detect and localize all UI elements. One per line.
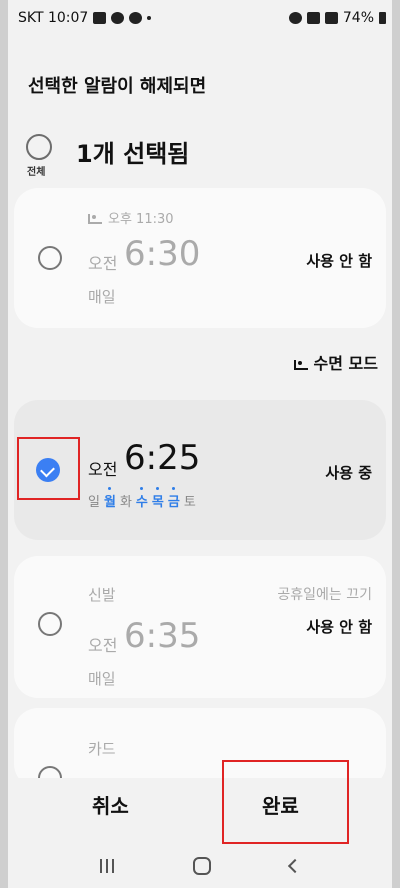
alarm-status: 사용 중 (325, 464, 372, 482)
status-right: 74% (288, 10, 386, 26)
weekday-thu: 목 (152, 487, 164, 510)
5g-icon (306, 12, 320, 24)
alarm-card[interactable]: 오후 11:30 오전 6:30 매일 사용 안 함 (14, 188, 386, 328)
alarm-time: 6:30 (124, 234, 201, 274)
alarm-status: 사용 안 함 (306, 618, 372, 636)
sleep-mode-text: 수면 모드 (313, 354, 378, 373)
alarm-status: 사용 안 함 (306, 252, 372, 270)
alarm-name: 카드 (88, 740, 116, 758)
battery-icon (379, 12, 386, 24)
status-left: SKT 10:07 (18, 10, 152, 26)
weekday-sun: 일 (88, 495, 100, 510)
holiday-note: 공휴일에는 끄기 (277, 587, 372, 603)
weekday-sat: 토 (183, 495, 196, 510)
selected-count: 1개 선택됨 (76, 140, 190, 168)
talk-icon (129, 12, 143, 24)
alarm-time: 6:35 (124, 616, 201, 656)
alarm-ampm: 오전 (88, 254, 118, 273)
weekday-mon: 월 (104, 487, 116, 510)
back-icon[interactable] (288, 858, 303, 874)
weekday-row: 일 월 화 수 목 금 토 (88, 487, 196, 510)
alarm-ampm: 오전 (88, 460, 118, 479)
carrier-time: SKT 10:07 (18, 10, 89, 26)
selection-highlight (17, 437, 80, 500)
page-title: 선택한 알람이 해제되면 (28, 76, 207, 97)
bed-icon (293, 360, 308, 370)
alarm-card[interactable]: 신발 공휴일에는 끄기 오전 6:35 매일 사용 안 함 (14, 556, 386, 698)
alarm-radio[interactable] (38, 612, 62, 636)
alarm-name: 신발 (88, 586, 116, 604)
sleep-time-text: 오후 11:30 (108, 212, 174, 227)
cancel-button[interactable]: 취소 (92, 790, 129, 819)
status-bar: SKT 10:07 74% (0, 0, 400, 36)
sleep-mode-label: 수면 모드 (293, 350, 378, 374)
select-all-label: 전체 (27, 167, 46, 178)
select-all-checkbox[interactable] (26, 134, 52, 160)
alarm-ampm: 오전 (88, 636, 118, 655)
sleep-time-meta: 오후 11:30 (88, 208, 174, 227)
weekday-wed: 수 (136, 487, 148, 510)
gallery-icon (93, 12, 107, 24)
system-nav-bar (0, 844, 400, 888)
alarm-repeat: 매일 (88, 670, 116, 688)
weekday-fri: 금 (168, 487, 180, 510)
alarm-repeat: 매일 (88, 288, 116, 306)
done-highlight (222, 760, 349, 844)
alarm-time: 6:25 (124, 438, 201, 478)
more-notifications-icon (147, 16, 152, 20)
bed-icon (88, 214, 102, 224)
weekday-tue: 화 (119, 495, 132, 510)
home-icon[interactable] (192, 857, 211, 875)
alarm-radio[interactable] (38, 246, 62, 270)
alarm-icon (288, 12, 302, 24)
signal-icon (324, 12, 338, 24)
recent-apps-icon[interactable] (99, 859, 114, 873)
app-notification-icon (111, 12, 125, 24)
battery-percent: 74% (342, 10, 374, 26)
